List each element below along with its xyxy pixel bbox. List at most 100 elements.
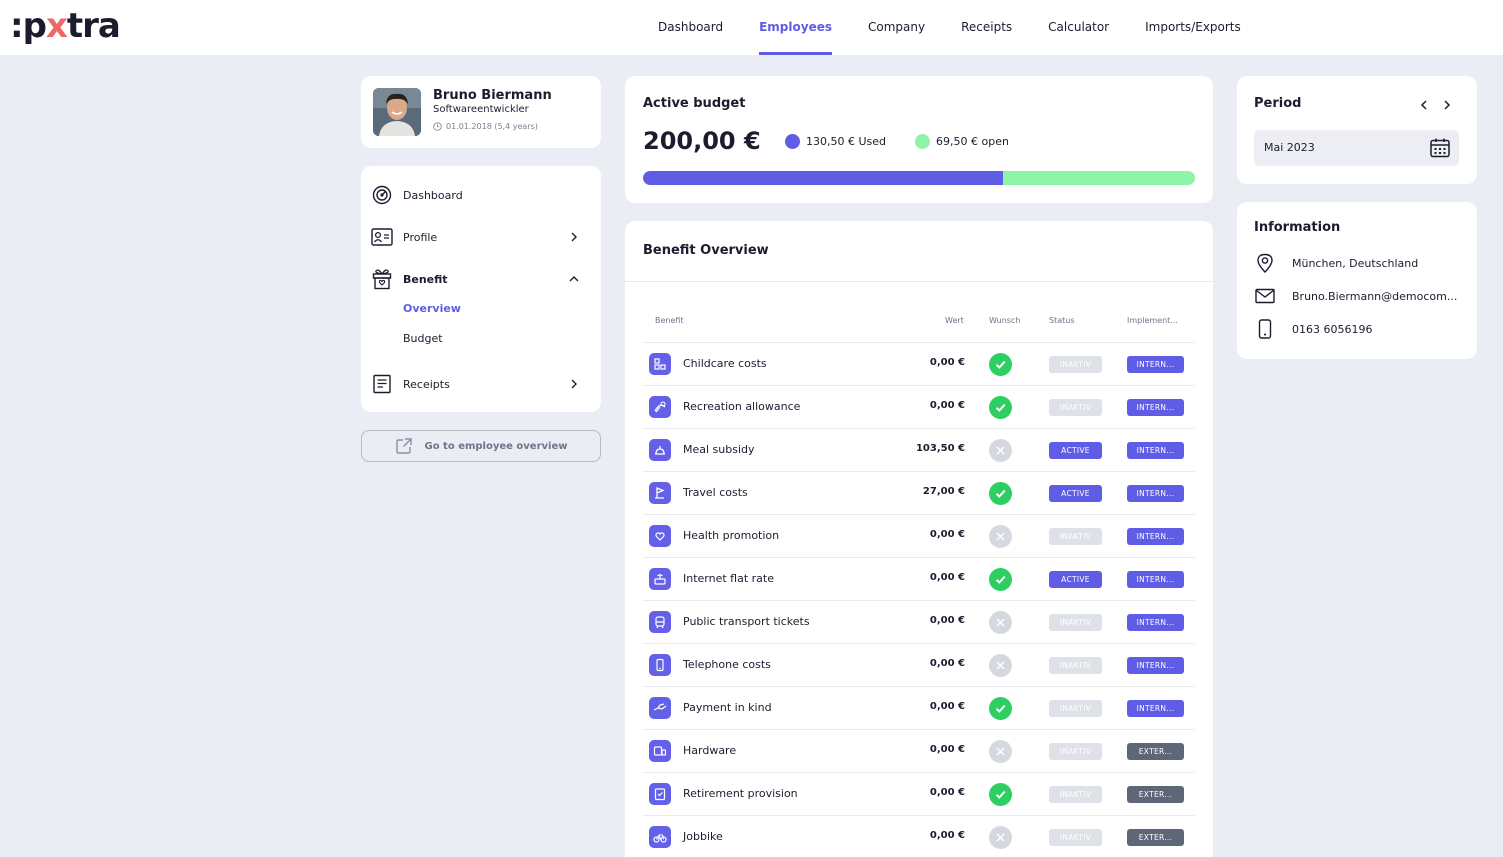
menu-item-benefit[interactable]: Benefit xyxy=(371,266,591,292)
info-location-text: München, Deutschland xyxy=(1292,256,1419,270)
employee-profile-card: Bruno Biermann Softwareentwickler 01.01.… xyxy=(361,76,601,148)
cross-icon[interactable] xyxy=(989,826,1012,849)
employee-side-menu: Dashboard Profile Benefit Overview Budge… xyxy=(361,166,601,412)
implementation-badge: INTERN... xyxy=(1127,356,1184,373)
cross-icon[interactable] xyxy=(989,611,1012,634)
implementation-badge: EXTER... xyxy=(1127,743,1184,760)
column-header-benefit: Benefit xyxy=(655,316,684,325)
benefit-name: Public transport tickets xyxy=(683,615,810,628)
menu-label-receipts: Receipts xyxy=(403,377,450,391)
cross-icon[interactable] xyxy=(989,439,1012,462)
table-row[interactable]: Internet flat rate 0,00 € ACTIVE INTERN... xyxy=(643,557,1195,600)
used-dot-icon xyxy=(785,134,800,149)
pxtra-logo[interactable]: :pxtra xyxy=(10,6,121,46)
go-to-employee-overview-label: Go to employee overview xyxy=(424,440,568,452)
check-icon[interactable] xyxy=(989,697,1012,720)
check-icon[interactable] xyxy=(989,482,1012,505)
info-email[interactable]: Bruno.Biermann@democom... xyxy=(1254,285,1464,307)
benefit-value: 0,00 € xyxy=(929,357,965,368)
table-row[interactable]: Jobbike 0,00 € INAKTIV EXTER... xyxy=(643,815,1195,857)
status-badge: INAKTIV xyxy=(1049,786,1102,803)
benefit-value: 0,00 € xyxy=(929,830,965,841)
legend-used: 130,50 € Used xyxy=(785,134,886,149)
checklist-icon xyxy=(649,783,671,805)
check-icon[interactable] xyxy=(989,353,1012,376)
nav-imports-exports[interactable]: Imports/Exports xyxy=(1127,0,1259,55)
menu-item-receipts[interactable]: Receipts xyxy=(371,371,591,397)
implementation-badge: INTERN... xyxy=(1127,485,1184,502)
benefit-value: 103,50 € xyxy=(915,443,965,454)
info-location: München, Deutschland xyxy=(1254,252,1464,274)
implementation-badge: EXTER... xyxy=(1127,786,1184,803)
implementation-badge: INTERN... xyxy=(1127,614,1184,631)
go-to-employee-overview-button[interactable]: Go to employee overview xyxy=(361,430,601,462)
table-row[interactable]: Travel costs 27,00 € ACTIVE INTERN... xyxy=(643,471,1195,514)
table-row[interactable]: Meal subsidy 103,50 € ACTIVE INTERN... xyxy=(643,428,1195,471)
table-row[interactable]: Public transport tickets 0,00 € INAKTIV INT… xyxy=(643,600,1195,643)
menu-label-profile: Profile xyxy=(403,230,438,244)
submenu-item-overview[interactable]: Overview xyxy=(403,302,461,315)
divider xyxy=(625,281,1213,282)
benefit-overview-title: Benefit Overview xyxy=(643,243,769,258)
bus-icon xyxy=(649,611,671,633)
period-picker[interactable]: Mai 2023 xyxy=(1254,130,1459,166)
table-row[interactable]: Payment in kind 0,00 € INAKTIV INTERN... xyxy=(643,686,1195,729)
info-email-text: Bruno.Biermann@democom... xyxy=(1292,289,1458,303)
cross-icon[interactable] xyxy=(989,740,1012,763)
hand-money-icon xyxy=(649,697,671,719)
table-row[interactable]: Telephone costs 0,00 € INAKTIV INTERN... xyxy=(643,643,1195,686)
location-pin-icon xyxy=(1254,252,1276,274)
main-nav: Dashboard Employees Company Receipts Calcula… xyxy=(640,0,1259,55)
open-dot-icon xyxy=(915,134,930,149)
status-badge: ACTIVE xyxy=(1049,571,1102,588)
benefit-name: Meal subsidy xyxy=(683,443,755,456)
info-phone[interactable]: 0163 6056196 xyxy=(1254,318,1464,340)
cross-icon[interactable] xyxy=(989,654,1012,677)
nav-receipts[interactable]: Receipts xyxy=(943,0,1030,55)
submenu-item-budget[interactable]: Budget xyxy=(403,332,443,345)
benefit-name: Hardware xyxy=(683,744,737,757)
flag-icon xyxy=(649,482,671,504)
benefit-name: Retirement provision xyxy=(683,787,798,800)
table-row[interactable]: Recreation allowance 0,00 € INAKTIV INTERN.… xyxy=(643,385,1195,428)
chevron-right-icon[interactable] xyxy=(1440,98,1454,112)
cross-icon[interactable] xyxy=(989,525,1012,548)
information-card: Information München, Deutschland Bruno.B… xyxy=(1237,202,1477,359)
check-icon[interactable] xyxy=(989,783,1012,806)
clock-icon xyxy=(433,122,442,131)
calendar-icon[interactable] xyxy=(1429,137,1451,159)
nav-employees[interactable]: Employees xyxy=(741,0,850,55)
mail-icon xyxy=(1254,285,1276,307)
bicycle-icon xyxy=(649,826,671,848)
blocks-icon xyxy=(649,353,671,375)
employee-role: Softwareentwickler xyxy=(433,104,529,115)
logo-part: x xyxy=(45,6,68,46)
menu-item-profile[interactable]: Profile xyxy=(371,224,591,250)
check-icon[interactable] xyxy=(989,568,1012,591)
benefit-name: Recreation allowance xyxy=(683,400,801,413)
benefit-value: 27,00 € xyxy=(922,486,965,497)
benefit-value: 0,00 € xyxy=(929,529,965,540)
active-budget-title: Active budget xyxy=(643,96,746,111)
table-row[interactable]: Hardware 0,00 € INAKTIV EXTER... xyxy=(643,729,1195,772)
info-phone-text: 0163 6056196 xyxy=(1292,322,1373,336)
status-badge: ACTIVE xyxy=(1049,485,1102,502)
implementation-badge: INTERN... xyxy=(1127,571,1184,588)
menu-item-dashboard[interactable]: Dashboard xyxy=(371,182,591,208)
status-badge: ACTIVE xyxy=(1049,442,1102,459)
table-row[interactable]: Childcare costs 0,00 € INAKTIV INTERN... xyxy=(643,342,1195,385)
benefit-value: 0,00 € xyxy=(929,744,965,755)
table-row[interactable]: Retirement provision 0,00 € INAKTIV EXTER..… xyxy=(643,772,1195,815)
implementation-badge: EXTER... xyxy=(1127,829,1184,846)
status-badge: INAKTIV xyxy=(1049,700,1102,717)
phone-icon xyxy=(649,654,671,676)
chevron-left-icon[interactable] xyxy=(1417,98,1431,112)
check-icon[interactable] xyxy=(989,396,1012,419)
nav-company[interactable]: Company xyxy=(850,0,943,55)
column-header-value: Wert xyxy=(945,316,964,325)
benefit-value: 0,00 € xyxy=(929,400,965,411)
nav-dashboard[interactable]: Dashboard xyxy=(640,0,741,55)
table-row[interactable]: Health promotion 0,00 € INAKTIV INTERN... xyxy=(643,514,1195,557)
nav-calculator[interactable]: Calculator xyxy=(1030,0,1127,55)
meal-icon xyxy=(649,439,671,461)
